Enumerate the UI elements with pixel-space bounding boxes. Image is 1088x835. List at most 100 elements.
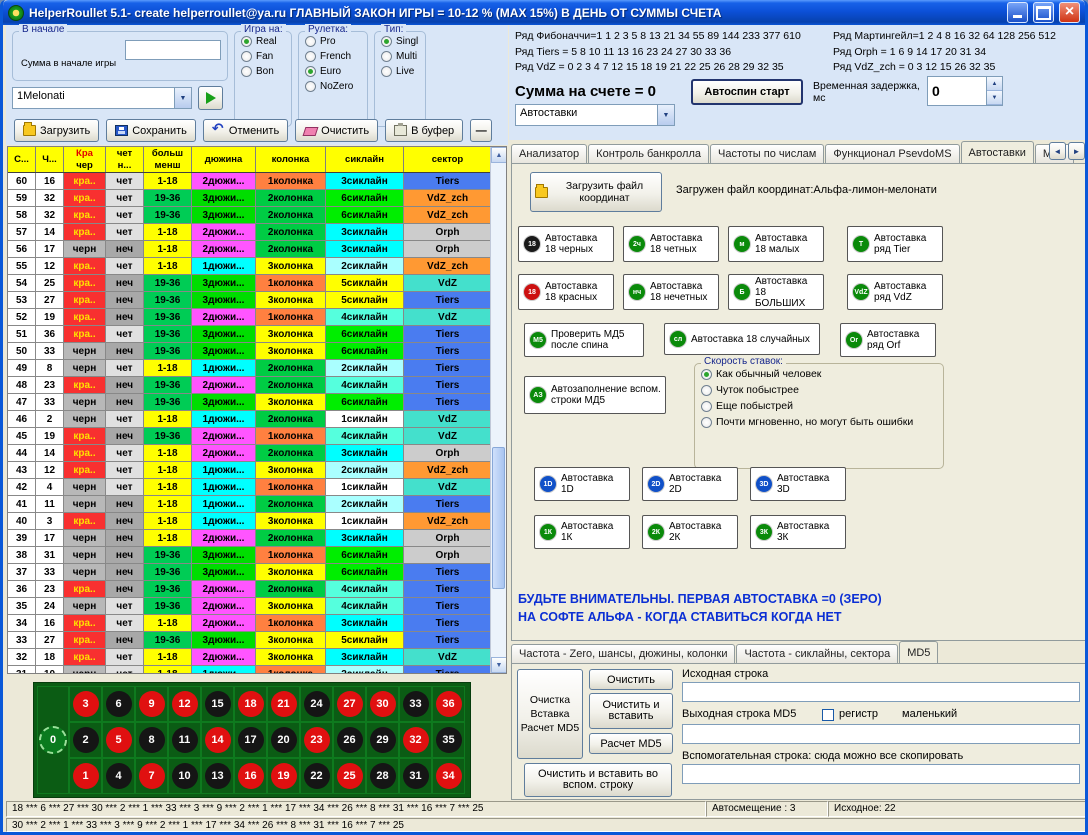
tab-Функционал PsevdoMS[interactable]: Функционал PsevdoMS <box>825 144 959 163</box>
button-Автоставка ряд VdZ[interactable]: VdZАвтоставка ряд VdZ <box>847 274 943 310</box>
button-Автоставка 3D[interactable]: 3DАвтоставка 3D <box>750 467 846 501</box>
board-number-2[interactable]: 2 <box>69 722 102 758</box>
board-number-29[interactable]: 29 <box>366 722 399 758</box>
register-checkbox[interactable] <box>822 709 834 721</box>
board-number-15[interactable]: 15 <box>201 686 234 722</box>
autospin-start-button[interactable]: Автоспин старт <box>691 79 803 105</box>
scroll-up-icon[interactable] <box>491 147 507 163</box>
maximize-button[interactable] <box>1033 2 1054 23</box>
radio-option-Fan[interactable]: Fan <box>241 51 291 62</box>
button-Автоставка 18 черных[interactable]: 18Автоставка 18 черных <box>518 226 614 262</box>
md5-clear-paste-calc-button[interactable]: Очистка Вставка Расчет MD5 <box>517 669 583 759</box>
radio-option-Singl[interactable]: Singl <box>381 36 425 47</box>
chevron-down-icon[interactable] <box>174 88 191 108</box>
scroll-down-icon[interactable] <box>491 657 507 673</box>
board-number-28[interactable]: 28 <box>366 758 399 794</box>
spin-up-icon[interactable] <box>987 77 1002 91</box>
board-number-24[interactable]: 24 <box>300 686 333 722</box>
toolbar-button-Очистить[interactable]: Очистить <box>295 119 378 142</box>
board-number-26[interactable]: 26 <box>333 722 366 758</box>
board-number-11[interactable]: 11 <box>168 722 201 758</box>
chevron-down-icon[interactable] <box>657 105 674 125</box>
aux-string-input[interactable] <box>682 764 1080 784</box>
board-number-17[interactable]: 17 <box>234 722 267 758</box>
spin-down-icon[interactable] <box>987 91 1002 105</box>
button-Автоставка 1D[interactable]: 1DАвтоставка 1D <box>534 467 630 501</box>
button-Автоставка 18 БОЛЬШИХ[interactable]: БАвтоставка 18 БОЛЬШИХ <box>728 274 824 310</box>
board-number-34[interactable]: 34 <box>432 758 465 794</box>
button-Автоставка 18 красных[interactable]: 18Автоставка 18 красных <box>518 274 614 310</box>
radio-option-NoZero[interactable]: NoZero <box>305 81 367 92</box>
radio-option-Bon[interactable]: Bon <box>241 66 291 77</box>
board-number-21[interactable]: 21 <box>267 686 300 722</box>
board-number-20[interactable]: 20 <box>267 722 300 758</box>
play-button[interactable] <box>198 86 223 110</box>
toolbar-button-Сохранить[interactable]: Сохранить <box>106 119 196 142</box>
board-number-7[interactable]: 7 <box>135 758 168 794</box>
board-number-1[interactable]: 1 <box>69 758 102 794</box>
radio-option-Euro[interactable]: Euro <box>305 66 367 77</box>
button-Автоставка 2К[interactable]: 2КАвтоставка 2К <box>642 515 738 549</box>
board-number-18[interactable]: 18 <box>234 686 267 722</box>
tab-Автоставки[interactable]: Автоставки <box>961 141 1034 163</box>
tab-MD5[interactable]: MD5 <box>899 641 938 663</box>
md5-clear-paste-button[interactable]: Очистить и вставить <box>589 693 673 729</box>
board-number-6[interactable]: 6 <box>102 686 135 722</box>
toolbar-button-В буфер[interactable]: В буфер <box>385 119 463 142</box>
radio-option-Еще побыстрей[interactable]: Еще побыстрей <box>701 400 943 412</box>
button-Автоставка 3К[interactable]: 3КАвтоставка 3К <box>750 515 846 549</box>
toolbar-button-Отменить[interactable]: Отменить <box>203 119 288 142</box>
board-number-9[interactable]: 9 <box>135 686 168 722</box>
button-Автоставка ряд Orf[interactable]: OrАвтоставка ряд Orf <box>840 323 936 357</box>
toolbar-button-—[interactable]: — <box>470 119 492 142</box>
board-number-33[interactable]: 33 <box>399 686 432 722</box>
tab-Частота - сиклайны, сектора[interactable]: Частота - сиклайны, сектора <box>736 644 898 663</box>
radio-option-French[interactable]: French <box>305 51 367 62</box>
tab-Анализатор[interactable]: Анализатор <box>511 144 587 163</box>
board-number-31[interactable]: 31 <box>399 758 432 794</box>
board-number-5[interactable]: 5 <box>102 722 135 758</box>
board-number-19[interactable]: 19 <box>267 758 300 794</box>
radio-option-Чуток побыстрее[interactable]: Чуток побыстрее <box>701 384 943 396</box>
board-number-30[interactable]: 30 <box>366 686 399 722</box>
tab-scroll-right-button[interactable] <box>1068 142 1085 160</box>
load-coordinates-button[interactable]: Загрузить файл координат <box>530 172 662 212</box>
output-string-input[interactable] <box>682 724 1080 744</box>
minimize-button[interactable] <box>1007 2 1028 23</box>
md5-calc-button[interactable]: Расчет MD5 <box>589 733 673 754</box>
close-button[interactable] <box>1059 2 1080 23</box>
start-sum-input[interactable] <box>125 40 221 60</box>
board-number-22[interactable]: 22 <box>300 758 333 794</box>
board-number-14[interactable]: 14 <box>201 722 234 758</box>
button-Автоставка 1К[interactable]: 1КАвтоставка 1К <box>534 515 630 549</box>
autostake-mode-select[interactable]: Автоставки <box>515 104 675 126</box>
board-number-36[interactable]: 36 <box>432 686 465 722</box>
button-Проверить МД5 после спина[interactable]: М5Проверить МД5 после спина <box>524 323 644 357</box>
tab-Контроль банкролла[interactable]: Контроль банкролла <box>588 144 709 163</box>
button-Автоставка 18 четных[interactable]: 2чАвтоставка 18 четных <box>623 226 719 262</box>
board-number-3[interactable]: 3 <box>69 686 102 722</box>
radio-option-Pro[interactable]: Pro <box>305 36 367 47</box>
board-number-13[interactable]: 13 <box>201 758 234 794</box>
table-scrollbar[interactable] <box>490 147 506 673</box>
radio-option-Real[interactable]: Real <box>241 36 291 47</box>
source-string-input[interactable] <box>682 682 1080 702</box>
button-Автозаполнение вспом. строки МД5[interactable]: АЗАвтозаполнение вспом. строки МД5 <box>524 376 666 414</box>
button-Автоставка ряд Tier[interactable]: ТАвтоставка ряд Tier <box>847 226 943 262</box>
md5-clear-button[interactable]: Очистить <box>589 669 673 690</box>
board-number-4[interactable]: 4 <box>102 758 135 794</box>
board-number-10[interactable]: 10 <box>168 758 201 794</box>
board-number-12[interactable]: 12 <box>168 686 201 722</box>
delay-input[interactable] <box>928 77 986 105</box>
scrollbar-thumb[interactable] <box>492 447 505 589</box>
button-Автоставка 18 случайных[interactable]: слАвтоставка 18 случайных <box>664 323 820 355</box>
board-number-8[interactable]: 8 <box>135 722 168 758</box>
button-Автоставка 2D[interactable]: 2DАвтоставка 2D <box>642 467 738 501</box>
tab-Частоты по числам[interactable]: Частоты по числам <box>710 144 824 163</box>
board-number-25[interactable]: 25 <box>333 758 366 794</box>
button-Автоставка 18 нечетных[interactable]: нчАвтоставка 18 нечетных <box>623 274 719 310</box>
board-number-35[interactable]: 35 <box>432 722 465 758</box>
board-number-23[interactable]: 23 <box>300 722 333 758</box>
toolbar-button-Загрузить[interactable]: Загрузить <box>14 119 99 142</box>
tab-scroll-left-button[interactable] <box>1049 142 1066 160</box>
